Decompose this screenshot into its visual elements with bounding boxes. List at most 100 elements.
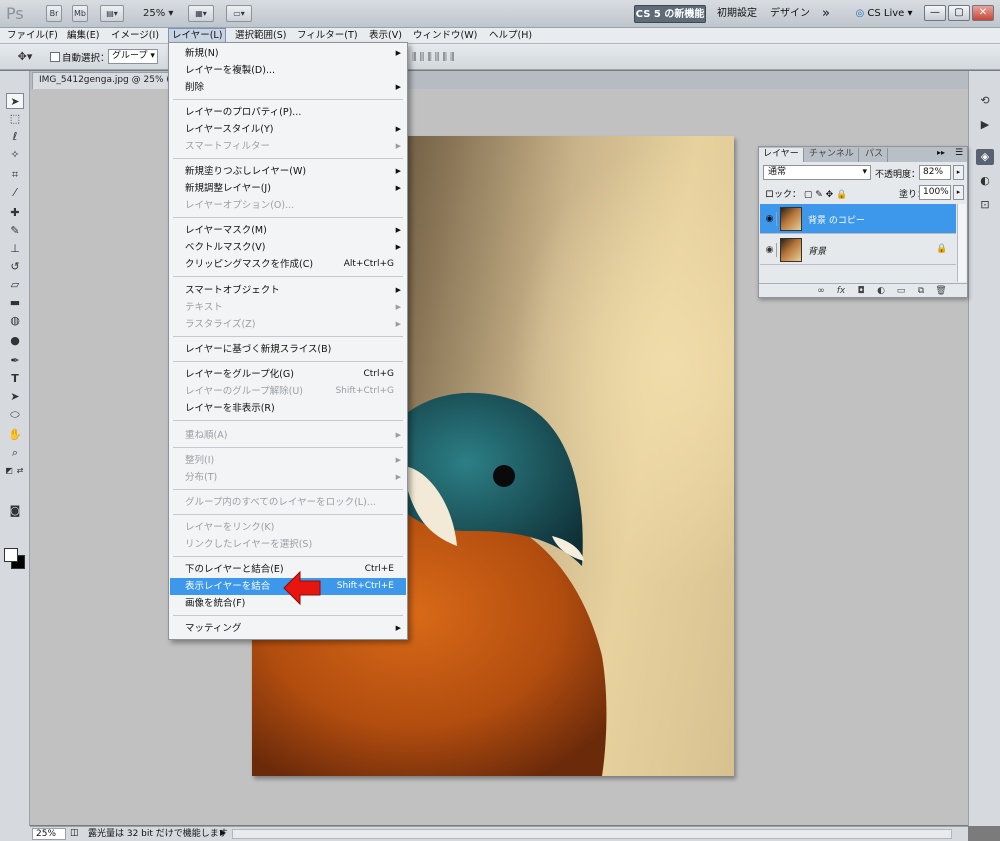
foreground-color-swatch[interactable] xyxy=(4,548,18,562)
eye-icon[interactable]: ◉ xyxy=(763,243,777,257)
arrange-documents-button[interactable]: ▦▾ xyxy=(188,5,214,22)
panel-collapse-icon[interactable]: ▸▸ xyxy=(937,148,945,157)
eraser-tool-icon[interactable]: ▱ xyxy=(6,277,24,293)
distribute-icons[interactable]: ⫼⫼⫼⫼⫼⫼ xyxy=(412,52,552,63)
layer-style-icon[interactable]: fx xyxy=(835,285,847,297)
zoom-level-select[interactable]: 25% ▾ xyxy=(143,8,173,19)
restore-button[interactable]: ▢ xyxy=(948,5,970,21)
new-adjustment-layer-icon[interactable]: ◐ xyxy=(875,285,887,297)
menu-new[interactable]: 新規(N) ▶ xyxy=(170,45,406,62)
move-tool-preset-icon[interactable]: ✥▾ xyxy=(12,49,38,65)
layers-panel-icon[interactable]: ◈ xyxy=(976,149,994,165)
menu-hide-layers[interactable]: レイヤーを非表示(R) xyxy=(170,400,406,417)
menu-distribute[interactable]: 分布(T) ▶ xyxy=(170,469,406,486)
quick-select-tool-icon[interactable]: ✧ xyxy=(6,147,24,163)
menu-vector-mask[interactable]: ベクトルマスク(V) ▶ xyxy=(170,239,406,256)
bridge-button[interactable]: Br xyxy=(46,5,62,22)
menu-duplicate-layer[interactable]: レイヤーを複製(D)... xyxy=(170,62,406,79)
blur-tool-icon[interactable]: ◍ xyxy=(6,313,24,329)
marquee-tool-icon[interactable]: ⬚ xyxy=(6,111,24,127)
minimize-button[interactable]: — xyxy=(924,5,946,21)
menu-type[interactable]: テキスト ▶ xyxy=(170,299,406,316)
eye-icon[interactable]: ◉ xyxy=(763,212,777,226)
blend-mode-select[interactable]: 通常 ▾ xyxy=(763,165,871,180)
menu-file[interactable]: ファイル(F) xyxy=(4,28,61,44)
view-extras-button[interactable]: ▤▾ xyxy=(100,5,124,22)
adjustments-panel-icon[interactable]: ◐ xyxy=(976,173,994,189)
pen-tool-icon[interactable]: ✒ xyxy=(6,353,24,369)
hand-tool-icon[interactable]: ✋ xyxy=(6,427,24,443)
tab-channels[interactable]: チャンネル xyxy=(805,148,859,162)
fill-field[interactable]: 100% xyxy=(919,185,951,200)
add-mask-icon[interactable]: ◘ xyxy=(855,285,867,297)
lasso-tool-icon[interactable]: ℓ xyxy=(6,129,24,145)
menu-smart-objects[interactable]: スマートオブジェクト ▶ xyxy=(170,282,406,299)
opacity-slider-button[interactable]: ▸ xyxy=(953,165,964,180)
menu-create-clipping-mask[interactable]: クリッピングマスクを作成(C) Alt+Ctrl+G xyxy=(170,256,406,273)
menu-layer-properties[interactable]: レイヤーのプロパティ(P)... xyxy=(170,104,406,121)
ellipse-tool-icon[interactable]: ⬭ xyxy=(6,407,24,423)
menu-layer-mask[interactable]: レイヤーマスク(M) ▶ xyxy=(170,222,406,239)
menu-group-layers[interactable]: レイヤーをグループ化(G) Ctrl+G xyxy=(170,366,406,383)
menu-link-layers[interactable]: レイヤーをリンク(K) xyxy=(170,519,406,536)
healing-brush-tool-icon[interactable]: ✚ xyxy=(6,205,24,221)
opacity-field[interactable]: 82% xyxy=(919,165,951,180)
close-button[interactable]: ✕ xyxy=(972,5,994,21)
history-brush-tool-icon[interactable]: ↺ xyxy=(6,259,24,275)
link-layers-icon[interactable]: ∞ xyxy=(815,285,827,297)
menu-delete[interactable]: 削除 ▶ xyxy=(170,79,406,96)
more-workspaces-button[interactable]: » xyxy=(816,5,836,23)
menu-edit[interactable]: 編集(E) xyxy=(64,28,102,44)
gradient-tool-icon[interactable]: ▬ xyxy=(6,295,24,311)
auto-select-checkbox[interactable] xyxy=(50,52,60,62)
workspace-design-button[interactable]: デザイン xyxy=(768,5,812,23)
menu-new-adjustment-layer[interactable]: 新規調整レイヤー(J) ▶ xyxy=(170,180,406,197)
tab-paths[interactable]: パス xyxy=(861,148,889,162)
zoom-tool-icon[interactable]: ⌕ xyxy=(6,445,24,461)
menu-smart-filter[interactable]: スマートフィルター ▶ xyxy=(170,138,406,155)
layers-scrollbar[interactable] xyxy=(957,204,966,282)
menu-layer-options[interactable]: レイヤーオプション(O)... xyxy=(170,197,406,214)
status-zoom-field[interactable]: 25% xyxy=(32,828,66,840)
swap-colors-icon[interactable]: ⇄ xyxy=(15,463,25,479)
menu-new-fill-layer[interactable]: 新規塗りつぶしレイヤー(W) ▶ xyxy=(170,163,406,180)
tab-layers[interactable]: レイヤー xyxy=(759,148,804,162)
cs-live-button[interactable]: ◎ CS Live ▾ xyxy=(852,5,916,23)
layer-row-background-copy[interactable]: ◉ 背景 のコピー xyxy=(760,204,956,234)
menu-image[interactable]: イメージ(I) xyxy=(108,28,162,44)
crop-tool-icon[interactable]: ⌗ xyxy=(6,167,24,183)
menu-matting[interactable]: マッティング ▶ xyxy=(170,620,406,637)
quick-mask-icon[interactable]: ◙ xyxy=(6,503,24,519)
menu-window[interactable]: ウィンドウ(W) xyxy=(410,28,480,44)
status-menu-arrow-icon[interactable]: ▶ xyxy=(220,828,226,837)
menu-select-linked-layers[interactable]: リンクしたレイヤーを選択(S) xyxy=(170,536,406,553)
menu-align[interactable]: 整列(I) ▶ xyxy=(170,452,406,469)
dodge-tool-icon[interactable]: ● xyxy=(6,333,24,349)
workspace-essentials-button[interactable]: 初期設定 xyxy=(712,5,762,23)
type-tool-icon[interactable]: T xyxy=(6,371,24,387)
layer-row-background[interactable]: ◉ 背景 🔒 xyxy=(760,235,956,265)
panel-menu-icon[interactable]: ☰ xyxy=(955,148,963,158)
screen-mode-button[interactable]: ▭▾ xyxy=(226,5,252,22)
path-selection-tool-icon[interactable]: ➤ xyxy=(6,389,24,405)
clone-stamp-tool-icon[interactable]: ⊥ xyxy=(6,241,24,257)
document-tab[interactable]: IMG_5412genga.jpg @ 25% (背 xyxy=(32,72,172,89)
new-layer-icon[interactable]: ⧉ xyxy=(915,285,927,297)
brush-tool-icon[interactable]: ✎ xyxy=(6,223,24,239)
eyedropper-tool-icon[interactable]: ⁄ xyxy=(6,185,24,201)
actions-panel-icon[interactable]: ▶ xyxy=(976,117,994,133)
menu-rasterize[interactable]: ラスタライズ(Z) ▶ xyxy=(170,316,406,333)
menu-layer-style[interactable]: レイヤースタイル(Y) ▶ xyxy=(170,121,406,138)
menu-arrange[interactable]: 重ね順(A) ▶ xyxy=(170,427,406,444)
menu-lock-all-layers-in-group[interactable]: グループ内のすべてのレイヤーをロック(L)... xyxy=(170,494,406,511)
fill-slider-button[interactable]: ▸ xyxy=(953,185,964,200)
delete-layer-icon[interactable]: 🗑 xyxy=(935,285,947,297)
horizontal-scrollbar[interactable] xyxy=(232,829,952,839)
menu-help[interactable]: ヘルプ(H) xyxy=(486,28,535,44)
status-info-icon[interactable]: ◫ xyxy=(70,828,79,838)
menu-ungroup-layers[interactable]: レイヤーのグループ解除(U) Shift+Ctrl+G xyxy=(170,383,406,400)
move-tool-icon[interactable]: ➤ xyxy=(6,93,24,109)
auto-select-target-select[interactable]: グループ ▾ xyxy=(108,49,158,64)
transform-panel-icon[interactable]: ⊡ xyxy=(976,197,994,213)
new-group-icon[interactable]: ▭ xyxy=(895,285,907,297)
